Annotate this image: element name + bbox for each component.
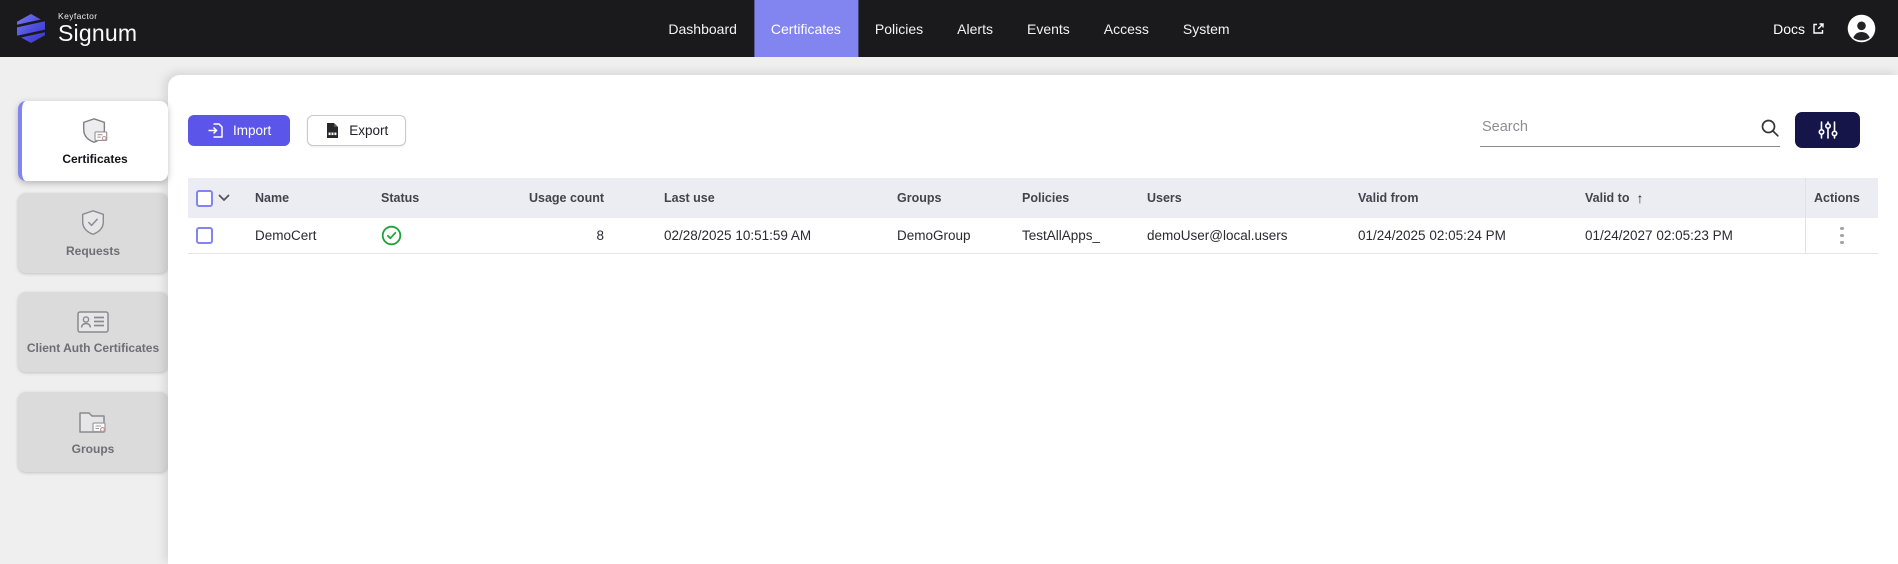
column-header-name[interactable]: Name [247,191,373,205]
folder-certificate-icon [77,408,109,436]
sidebar-item-groups[interactable]: Groups [18,392,168,472]
nav-tab-dashboard[interactable]: Dashboard [651,0,754,57]
nav-right: Docs [1773,0,1898,57]
column-header-actions: Actions [1805,178,1878,218]
nav-tab-certificates[interactable]: Certificates [754,0,858,57]
cell-users: demoUser@local.users [1139,228,1350,243]
sidebar-item-client-auth-certificates[interactable]: Client Auth Certificates [18,292,168,372]
row-select-cell [188,227,247,244]
column-header-last-use[interactable]: Last use [656,191,889,205]
export-button[interactable]: Export [307,115,406,146]
nav-tab-access[interactable]: Access [1087,0,1166,57]
cell-policies: TestAllApps_ [1014,228,1139,243]
filter-button[interactable] [1795,112,1860,148]
cell-valid-from: 01/24/2025 02:05:24 PM [1350,228,1577,243]
nav-tab-events[interactable]: Events [1010,0,1087,57]
header-select-cell [188,190,247,207]
cell-last-use: 02/28/2025 10:51:59 AM [656,228,889,243]
column-header-valid-to[interactable]: Valid to ↑ [1577,190,1805,206]
shield-certificate-icon [80,116,110,146]
status-valid-icon [381,225,402,246]
sidebar-item-requests[interactable]: Requests [18,193,168,273]
id-card-icon [76,309,110,335]
column-header-usage-count[interactable]: Usage count [490,191,656,205]
top-nav: Keyfactor Signum Dashboard Certificates … [0,0,1898,57]
brand-product: Signum [58,22,137,45]
sidebar-label-requests: Requests [62,245,124,259]
cell-status [373,225,490,246]
search-icon[interactable] [1760,118,1780,142]
shield-check-icon [78,208,108,238]
nav-tab-policies[interactable]: Policies [858,0,940,57]
cell-actions [1805,218,1878,253]
nav-tab-alerts[interactable]: Alerts [940,0,1010,57]
search-field [1480,113,1780,147]
cell-name: DemoCert [247,228,373,243]
valid-to-label: Valid to [1585,191,1629,205]
sidebar-label-groups: Groups [68,443,119,457]
cell-usage-count: 8 [490,228,656,243]
import-label: Import [233,123,271,138]
export-label: Export [349,123,388,138]
filter-sliders-icon [1817,120,1839,140]
column-header-groups[interactable]: Groups [889,191,1014,205]
brand-logo[interactable]: Keyfactor Signum [0,0,137,57]
cell-valid-to: 01/24/2027 02:05:23 PM [1577,228,1805,243]
export-csv-icon [325,122,340,139]
sidebar-item-certificates[interactable]: Certificates [18,101,168,181]
column-header-users[interactable]: Users [1139,191,1350,205]
select-menu-chevron-down-icon[interactable] [218,194,230,202]
cell-groups: DemoGroup [889,228,1014,243]
external-link-icon [1812,22,1825,35]
table-header-row: Name Status Usage count Last use Groups … [188,178,1878,218]
toolbar: Import Export [188,112,1878,148]
row-actions-kebab-menu[interactable] [1833,222,1851,250]
brand-company: Keyfactor [58,12,137,21]
search-input[interactable] [1480,119,1760,140]
docs-link[interactable]: Docs [1773,21,1825,37]
certificates-table: Name Status Usage count Last use Groups … [188,178,1878,254]
row-select-checkbox[interactable] [196,227,213,244]
column-header-valid-from[interactable]: Valid from [1350,191,1577,205]
select-all-checkbox[interactable] [196,190,213,207]
import-button[interactable]: Import [188,115,290,146]
main-nav-tabs: Dashboard Certificates Policies Alerts E… [651,0,1246,57]
signum-logo-icon [14,13,48,44]
sidebar-label-certificates: Certificates [58,153,131,167]
table-row[interactable]: DemoCert 8 02/28/2025 10:51:59 AM DemoGr… [188,218,1878,254]
account-icon [1847,14,1876,43]
column-header-status[interactable]: Status [373,191,490,205]
user-avatar[interactable] [1847,14,1876,43]
import-icon [207,122,224,139]
docs-label: Docs [1773,21,1805,37]
certificates-panel: Import Export [168,75,1898,564]
column-header-policies[interactable]: Policies [1014,191,1139,205]
nav-tab-system[interactable]: System [1166,0,1247,57]
sort-ascending-icon: ↑ [1636,190,1643,206]
sidebar-label-client-auth-certificates: Client Auth Certificates [23,342,163,356]
